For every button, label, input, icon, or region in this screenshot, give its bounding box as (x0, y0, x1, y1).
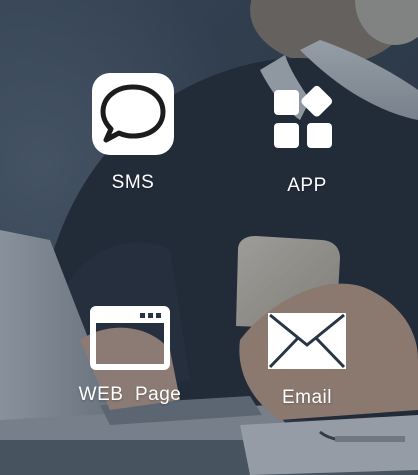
web-page-label: WEB Page (78, 384, 182, 405)
app-label: APP (287, 175, 327, 196)
envelope-icon (268, 313, 346, 369)
sms-label: SMS (111, 172, 155, 193)
menu-screen: SMS APP WEB Page Email (0, 0, 418, 475)
browser-window-icon (90, 306, 170, 370)
web-page-tile[interactable]: WEB Page (62, 306, 198, 406)
chat-bubble-icon (92, 73, 174, 155)
email-tile[interactable]: Email (262, 313, 352, 409)
app-tile[interactable]: APP (262, 83, 352, 197)
app-grid-icon (274, 83, 340, 149)
sms-tile[interactable]: SMS (92, 73, 174, 194)
email-label: Email (281, 387, 332, 408)
